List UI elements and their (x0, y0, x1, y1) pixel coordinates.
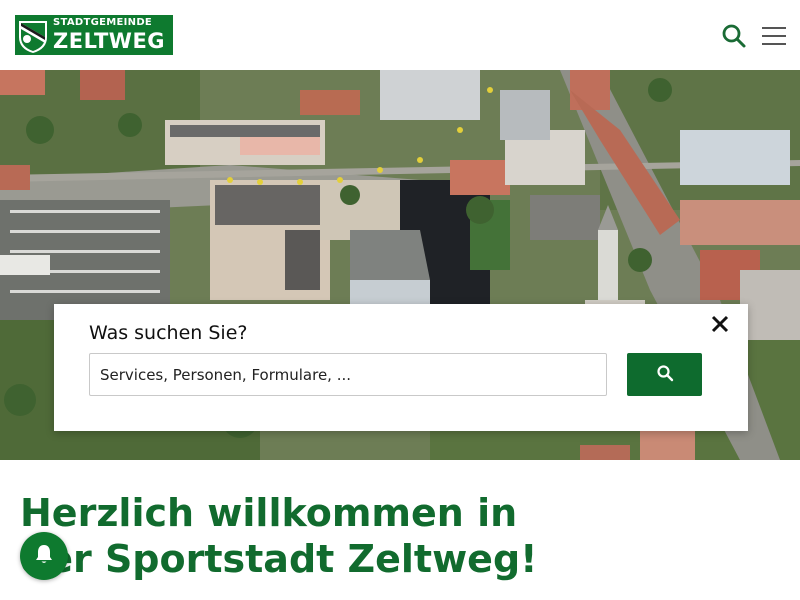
search-input[interactable] (89, 353, 607, 396)
logo-text: STADTGEMEINDE ZELTWEG (51, 17, 165, 53)
search-heading: Was suchen Sie? (89, 322, 248, 344)
notifications-button[interactable] (20, 532, 68, 580)
close-icon[interactable] (710, 314, 730, 334)
site-logo[interactable]: STADTGEMEINDE ZELTWEG (15, 15, 173, 55)
bell-icon (32, 542, 56, 570)
shield-crest-icon (15, 15, 51, 55)
logo-line-1: STADTGEMEINDE (53, 17, 153, 28)
hamburger-menu-icon[interactable] (760, 22, 788, 50)
search-submit-button[interactable] (627, 353, 702, 396)
search-icon[interactable] (720, 22, 748, 50)
welcome-title: Herzlich willkommen in der Sportstadt Ze… (20, 491, 538, 581)
search-icon (656, 364, 674, 385)
logo-line-2: ZELTWEG (53, 29, 166, 53)
site-header: STADTGEMEINDE ZELTWEG (0, 0, 800, 70)
search-panel: Was suchen Sie? (54, 304, 748, 431)
